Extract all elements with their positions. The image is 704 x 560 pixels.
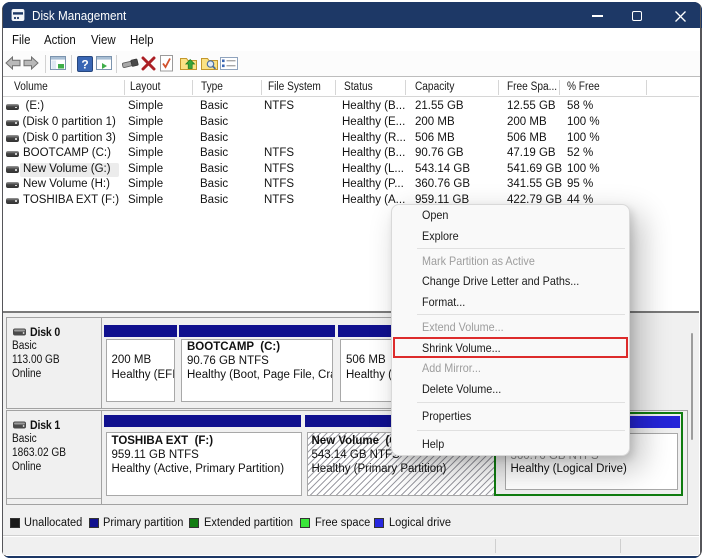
svg-text:?: ? — [81, 57, 88, 71]
